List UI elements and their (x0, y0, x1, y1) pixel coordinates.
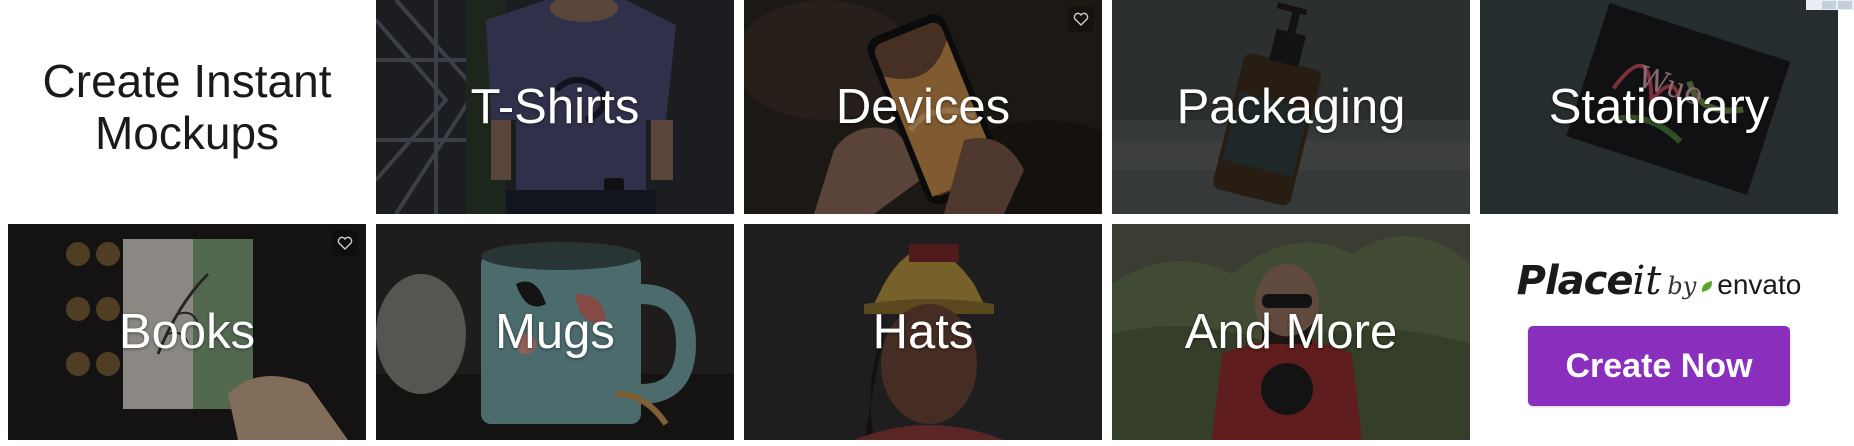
tile-hats[interactable]: Hats (744, 224, 1102, 440)
tile-stationary[interactable]: Wuo Stationary (1480, 0, 1838, 214)
headline-text: Create Instant Mockups (42, 55, 332, 159)
ad-headline: Create Instant Mockups (8, 0, 366, 214)
tile-mugs[interactable]: Mugs (376, 224, 734, 440)
ad-info-icon[interactable] (1822, 1, 1836, 9)
tile-books[interactable]: Books (8, 224, 366, 440)
create-now-button[interactable]: Create Now (1528, 326, 1790, 406)
tile-label: Mugs (495, 305, 615, 359)
logo-by-text: by (1667, 272, 1697, 300)
tile-t-shirts[interactable]: T-Shirts (376, 0, 734, 214)
tile-and-more[interactable]: And More (1112, 224, 1470, 440)
ad-close-icon[interactable] (1838, 1, 1852, 9)
tile-label: And More (1184, 305, 1398, 359)
tile-label: Packaging (1176, 80, 1406, 134)
tile-label: Stationary (1548, 80, 1770, 134)
placeit-by-envato-logo[interactable]: Place it by envato (1517, 258, 1802, 304)
tile-label: Hats (872, 305, 974, 359)
envato-leaf-icon (1700, 280, 1714, 294)
tile-label: T-Shirts (470, 80, 640, 134)
favorite-heart-icon[interactable] (1068, 6, 1094, 32)
tile-devices[interactable]: Devices (744, 0, 1102, 214)
brand-panel: Place it by envato Create Now (1480, 224, 1838, 440)
logo-envato-text: envato (1717, 269, 1802, 300)
ad-choices-icon[interactable] (1806, 0, 1854, 10)
tile-packaging[interactable]: Packaging (1112, 0, 1470, 214)
favorite-heart-icon[interactable] (332, 230, 358, 256)
logo-place-text: Place (1516, 258, 1634, 304)
tile-label: Books (118, 305, 256, 359)
logo-it-text: it (1632, 258, 1662, 304)
tile-label: Devices (835, 80, 1011, 134)
